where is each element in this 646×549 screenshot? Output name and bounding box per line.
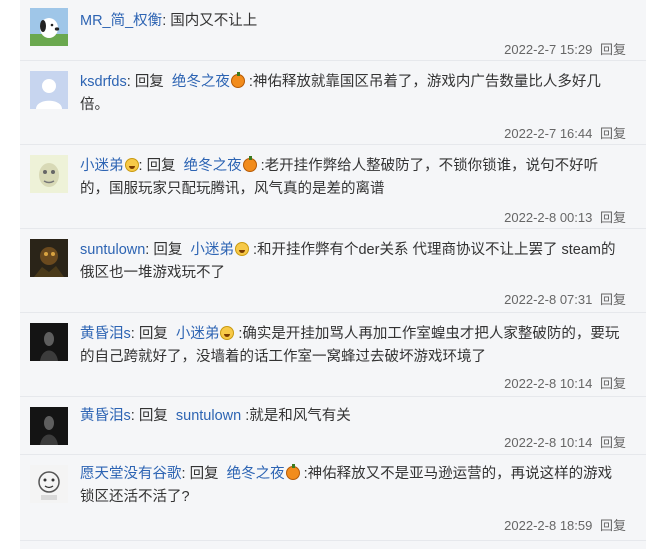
comment-time: 2022-2-8 10:14	[504, 376, 593, 391]
reply-target-user[interactable]: 绝冬之夜	[172, 74, 230, 90]
comment-item: MR_简_权衡: 国内又不让上 2022-2-7 15:29 回复	[20, 0, 646, 60]
reply-button[interactable]: 回复	[600, 210, 626, 225]
reply-target-user[interactable]: 小迷弟	[176, 326, 220, 342]
comment-meta: 2022-2-8 07:31 回复	[504, 289, 626, 308]
reply-button[interactable]: 回复	[600, 292, 626, 307]
comment-time: 2022-2-8 00:13	[504, 210, 593, 225]
pumpkin-emoji-icon	[285, 464, 300, 480]
comment-item: 黄昏泪s: 回复 suntulown :就是和风气有关 2022-2-8 10:…	[20, 397, 646, 454]
comment-meta: 2022-2-8 10:14 回复	[504, 373, 626, 392]
comment-item: 黄昏泪s: 回复 小迷弟 :确实是开挂加骂人再加工作室蝗虫才把人家整破防的，要玩…	[20, 313, 646, 396]
pumpkin-emoji-icon	[242, 156, 257, 172]
comment-meta: 2022-2-8 18:59 回复	[504, 515, 626, 534]
comment-username[interactable]: 愿天堂没有谷歌	[80, 466, 182, 482]
reply-button[interactable]: 回复	[600, 518, 626, 533]
comment-username[interactable]: suntulown	[80, 242, 145, 258]
comment-username[interactable]: ksdrfds	[80, 74, 127, 90]
comment-username[interactable]: 黄昏泪s	[80, 326, 131, 342]
comment-item: 小迷弟: 回复 绝冬之夜 :老开挂作弊给人整破防了，不锁你锁谁，说句不好听的，国…	[20, 145, 646, 228]
comment-item: 愿天堂没有谷歌: 回复 绝冬之夜 :神佑释放又不是亚马逊运营的，再说这样的游戏锁…	[20, 455, 646, 538]
dark-figure-avatar-icon	[30, 323, 68, 361]
comment-text: 国内又不让上	[170, 13, 258, 29]
cartoon-avatar-icon	[30, 155, 68, 193]
reply-label: 回复	[138, 408, 168, 424]
reply-label: 回复	[189, 466, 219, 482]
avatar[interactable]	[30, 465, 68, 503]
laugh-emoji-icon	[234, 242, 249, 256]
reply-target-user[interactable]: 小迷弟	[190, 242, 234, 258]
comment-time: 2022-2-7 16:44	[504, 126, 593, 141]
avatar[interactable]	[30, 8, 68, 46]
avatar[interactable]	[30, 71, 68, 109]
comment-meta: 2022-2-7 16:44 回复	[504, 123, 626, 142]
avatar[interactable]	[30, 407, 68, 445]
comment-item: ksdrfds: 回复 绝冬之夜 :神佑释放就靠国区吊着了，游戏内广告数量比人多…	[20, 61, 646, 144]
reply-button[interactable]: 回复	[600, 435, 626, 450]
comment-username[interactable]: 小迷弟	[80, 158, 124, 174]
reply-label: 回复	[134, 74, 164, 90]
reply-button[interactable]: 回复	[600, 126, 626, 141]
avatar[interactable]	[30, 323, 68, 361]
laugh-emoji-icon	[124, 158, 139, 172]
reply-label: 回复	[146, 158, 176, 174]
comment-meta: 2022-2-8 10:14 回复	[504, 432, 626, 451]
comment-time: 2022-2-8 10:14	[504, 435, 593, 450]
comment-time: 2022-2-8 07:31	[504, 292, 593, 307]
reply-button[interactable]: 回复	[600, 42, 626, 57]
avatar[interactable]	[30, 155, 68, 193]
dark-art-avatar-icon	[30, 239, 68, 277]
reply-target-user[interactable]: suntulown	[176, 408, 241, 424]
comment-username[interactable]: MR_简_权衡	[80, 13, 162, 29]
snoopy-avatar-icon	[30, 8, 68, 46]
comment-item: suntulown: 回复 小迷弟 :和开挂作弊有个der关系 代理商协议不让上…	[20, 229, 646, 312]
comment-text: :就是和风气有关	[245, 408, 351, 424]
laugh-emoji-icon	[220, 326, 235, 340]
reply-label: 回复	[153, 242, 183, 258]
avatar[interactable]	[30, 239, 68, 277]
comment-time: 2022-2-7 15:29	[504, 42, 593, 57]
reply-target-user[interactable]: 绝冬之夜	[184, 158, 242, 174]
comment-meta: 2022-2-7 15:29 回复	[504, 39, 626, 58]
reply-button[interactable]: 回复	[600, 376, 626, 391]
reply-label: 回复	[138, 326, 168, 342]
dark-figure-avatar-icon	[30, 407, 68, 445]
divider	[20, 540, 646, 541]
sketch-avatar-icon	[30, 465, 68, 503]
comment-time: 2022-2-8 18:59	[504, 518, 593, 533]
reply-target-user[interactable]: 绝冬之夜	[227, 466, 285, 482]
pumpkin-emoji-icon	[230, 72, 245, 88]
comment-meta: 2022-2-8 00:13 回复	[504, 207, 626, 226]
default-avatar-icon	[30, 71, 68, 109]
comment-username[interactable]: 黄昏泪s	[80, 408, 131, 424]
